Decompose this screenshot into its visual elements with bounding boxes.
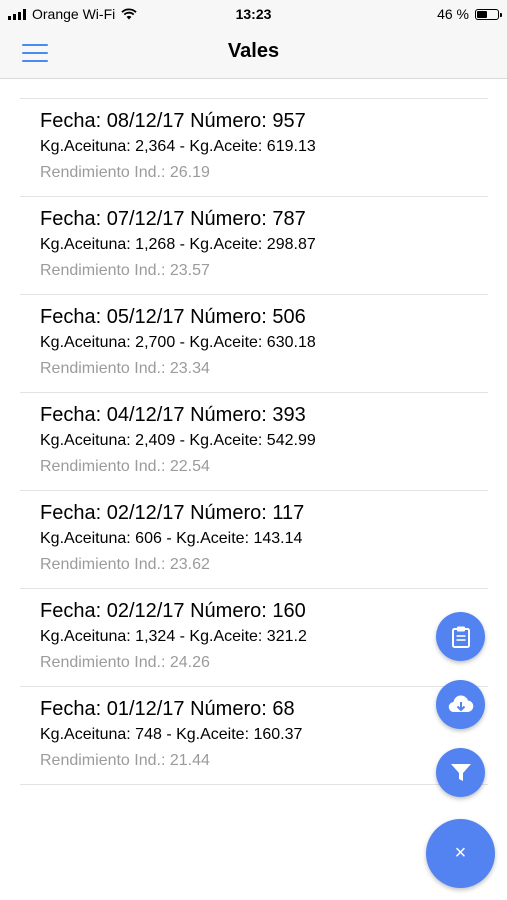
clipboard-button[interactable] <box>436 612 485 661</box>
list-item[interactable]: Fecha: 02/12/17 Número: 117 Kg.Aceituna:… <box>20 491 488 589</box>
item-title: Fecha: 01/12/17 Número: 68 <box>40 698 295 720</box>
item-weights: Kg.Aceituna: 2,409 - Kg.Aceite: 542.99 <box>40 432 316 449</box>
item-yield: Rendimiento Ind.: 24.26 <box>40 654 210 671</box>
item-title: Fecha: 02/12/17 Número: 160 <box>40 600 306 622</box>
close-fab-button[interactable]: × <box>426 819 495 888</box>
download-button[interactable] <box>436 680 485 729</box>
list-item[interactable]: Fecha: 04/12/17 Número: 393 Kg.Aceituna:… <box>20 393 488 491</box>
page-title: Vales <box>227 40 280 62</box>
battery-icon <box>475 8 502 20</box>
list-item[interactable]: Fecha: 02/12/17 Número: 160 Kg.Aceituna:… <box>20 589 488 687</box>
item-title: Fecha: 05/12/17 Número: 506 <box>40 306 306 328</box>
item-yield: Rendimiento Ind.: 23.57 <box>40 262 210 279</box>
filter-icon <box>450 763 471 781</box>
list-item[interactable]: Fecha: 07/12/17 Número: 787 Kg.Aceituna:… <box>20 197 488 295</box>
list-item[interactable]: Fecha: 01/12/17 Número: 68 Kg.Aceituna: … <box>20 687 488 785</box>
status-right: 46 % <box>437 6 502 22</box>
nav-bar: Vales <box>0 28 507 79</box>
item-weights: Kg.Aceituna: 1,324 - Kg.Aceite: 321.2 <box>40 628 307 645</box>
item-weights: Kg.Aceituna: 2,700 - Kg.Aceite: 630.18 <box>40 334 316 351</box>
close-icon: × <box>454 842 467 864</box>
status-bar: Orange Wi-Fi 13:23 46 % <box>0 0 507 28</box>
item-weights: Kg.Aceituna: 748 - Kg.Aceite: 160.37 <box>40 726 303 743</box>
item-title: Fecha: 02/12/17 Número: 117 <box>40 502 305 524</box>
status-time: 13:23 <box>235 6 272 22</box>
item-yield: Rendimiento Ind.: 23.34 <box>40 360 210 377</box>
item-title: Fecha: 07/12/17 Número: 787 <box>40 208 306 230</box>
item-yield: Rendimiento Ind.: 21.44 <box>40 752 210 769</box>
list-item[interactable]: Fecha: 05/12/17 Número: 506 Kg.Aceituna:… <box>20 295 488 393</box>
battery-label: 46 % <box>437 6 469 22</box>
item-yield: Rendimiento Ind.: 26.19 <box>40 164 210 181</box>
cloud-download-icon <box>448 695 473 712</box>
item-weights: Kg.Aceituna: 606 - Kg.Aceite: 143.14 <box>40 530 303 547</box>
battery-fill <box>477 10 488 18</box>
item-title: Fecha: 04/12/17 Número: 393 <box>40 404 306 426</box>
item-weights: Kg.Aceituna: 1,268 - Kg.Aceite: 298.87 <box>40 236 316 253</box>
item-title: Fecha: 08/12/17 Número: 957 <box>40 110 306 132</box>
item-yield: Rendimiento Ind.: 22.54 <box>40 458 210 475</box>
filter-button[interactable] <box>436 748 485 797</box>
item-yield: Rendimiento Ind.: 23.62 <box>40 556 210 573</box>
item-weights: Kg.Aceituna: 2,364 - Kg.Aceite: 619.13 <box>40 138 316 155</box>
vales-list: Fecha: 08/12/17 Número: 957 Kg.Aceituna:… <box>20 98 488 785</box>
list-item[interactable]: Fecha: 08/12/17 Número: 957 Kg.Aceituna:… <box>20 99 488 197</box>
clipboard-icon <box>451 626 470 648</box>
